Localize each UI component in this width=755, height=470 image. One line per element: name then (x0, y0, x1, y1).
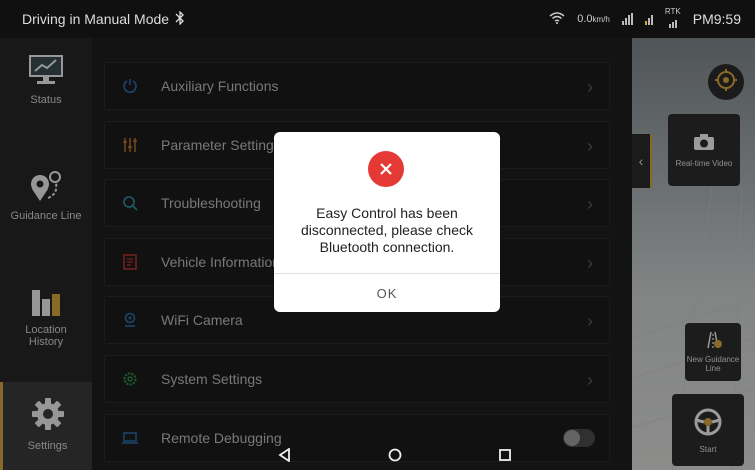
rtk-indicator: RTK (665, 8, 681, 30)
error-icon (368, 151, 404, 187)
signal-strength-icon (621, 13, 633, 25)
speed-unit: km/h (592, 15, 610, 24)
back-triangle-icon (278, 446, 292, 467)
system-nav-bar (270, 444, 520, 470)
dialog-message: Easy Control has been disconnected, plea… (301, 205, 473, 255)
recents-button[interactable] (490, 444, 520, 470)
rtk-label: RTK (664, 7, 681, 16)
speed-readout: 0.0km/h (577, 13, 610, 25)
back-button[interactable] (270, 444, 300, 470)
wifi-icon (549, 11, 565, 27)
rtk-signal-icon (668, 16, 677, 28)
satellite-signal-icon (644, 13, 653, 25)
mode-indicator: Driving in Manual Mode (22, 9, 185, 28)
home-button[interactable] (380, 444, 410, 470)
disconnect-dialog: Easy Control has been disconnected, plea… (274, 132, 500, 312)
bluetooth-icon (175, 9, 185, 28)
clock: PM9:59 (692, 11, 741, 27)
recents-square-icon (498, 448, 512, 467)
speed-value: 0.0 (577, 13, 593, 25)
ok-button[interactable]: OK (274, 274, 500, 312)
mode-text: Driving in Manual Mode (22, 11, 170, 27)
home-circle-icon (388, 448, 402, 467)
status-bar: Driving in Manual Mode 0.0km/h RTK PM9:5… (0, 0, 755, 38)
